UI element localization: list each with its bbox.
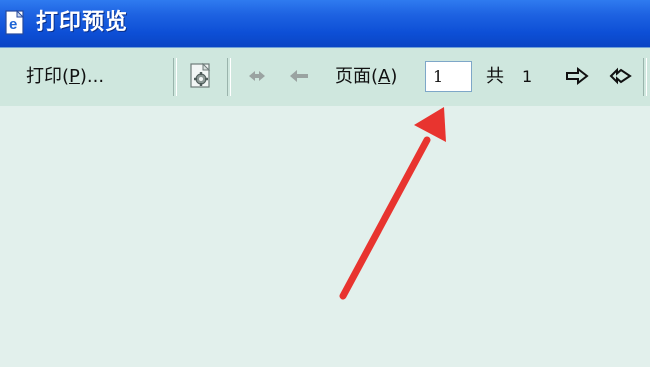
- svg-text:e: e: [9, 16, 17, 33]
- title-bar: e 打印预览: [0, 0, 650, 47]
- document-app-icon: e: [3, 9, 27, 37]
- print-button[interactable]: 打印(P)...: [26, 62, 104, 92]
- total-pages-value: 1: [522, 67, 533, 86]
- window-title: 打印预览: [36, 10, 129, 35]
- double-left-arrow-icon[interactable]: [243, 61, 273, 91]
- toolbar-separator: [643, 58, 647, 96]
- print-label-key: P: [69, 66, 80, 87]
- page-label-suffix: ): [390, 66, 398, 87]
- page-label-key: A: [378, 66, 391, 87]
- page-number-input[interactable]: [425, 61, 472, 92]
- toolbar-separator: [227, 58, 231, 96]
- print-label-suffix: )...: [79, 66, 105, 87]
- print-preview-window: e 打印预览 打印(P)... 页面(A) 共 1 1: [0, 0, 650, 367]
- left-arrow-icon[interactable]: [285, 61, 315, 91]
- toolbar-separator: [173, 58, 177, 96]
- preview-toolbar: 打印(P)... 页面(A) 共 1: [0, 47, 650, 106]
- print-label-prefix: 打印(: [26, 66, 70, 87]
- right-arrow-icon[interactable]: [563, 61, 593, 91]
- page-setup-icon[interactable]: [186, 61, 216, 91]
- page-label: 页面(A): [335, 62, 397, 92]
- page-label-prefix: 页面(: [335, 66, 379, 87]
- double-right-arrow-icon[interactable]: [607, 61, 637, 91]
- total-pages-label: 共: [486, 66, 504, 87]
